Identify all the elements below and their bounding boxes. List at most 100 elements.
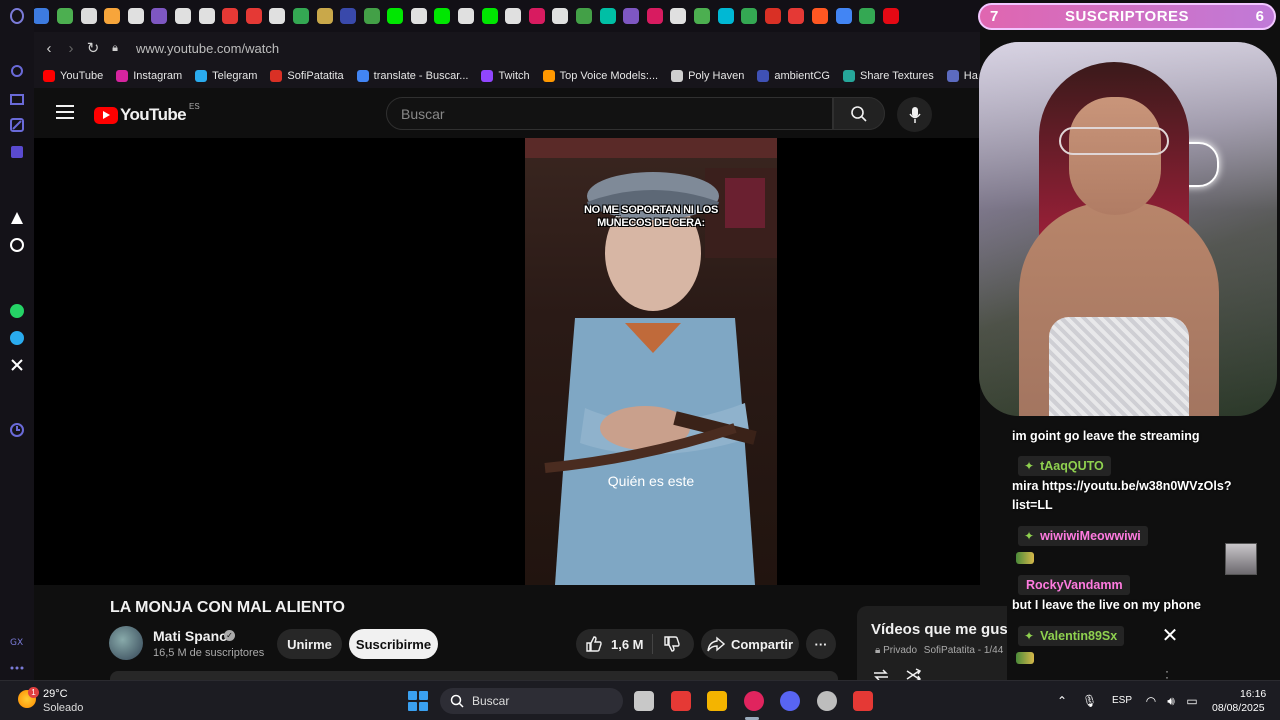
- tab-favicon-icon[interactable]: [670, 8, 687, 24]
- url-field[interactable]: www.youtube.com/watch: [136, 41, 279, 56]
- tab-favicon-icon[interactable]: [127, 8, 144, 24]
- close-icon[interactable]: ✕: [1160, 626, 1180, 646]
- bookmark-item[interactable]: Share Textures: [842, 70, 934, 82]
- sidebar-more-icon[interactable]: [9, 660, 25, 676]
- channel-avatar[interactable]: [109, 626, 143, 660]
- search-input[interactable]: Buscar: [386, 97, 833, 130]
- tab-favicon-icon[interactable]: [552, 8, 569, 24]
- tab-favicon-icon[interactable]: [788, 8, 805, 24]
- telegram-icon[interactable]: [9, 330, 25, 346]
- clock-date[interactable]: 08/08/2025: [1212, 702, 1265, 714]
- chatgpt-icon[interactable]: [9, 237, 25, 253]
- tab-favicon-icon[interactable]: [33, 8, 50, 24]
- whatsapp-icon[interactable]: [9, 303, 25, 319]
- tab-favicon-icon[interactable]: [269, 8, 286, 24]
- subscribe-button[interactable]: Suscribirme: [349, 629, 438, 659]
- bookmark-item[interactable]: ambientCG: [757, 70, 830, 82]
- tab-favicon-icon[interactable]: [363, 8, 380, 24]
- bookmark-item[interactable]: Poly Haven: [671, 70, 744, 82]
- tab-favicon-icon[interactable]: [717, 8, 734, 24]
- search-button[interactable]: [833, 97, 885, 130]
- tab-favicon-icon[interactable]: [174, 8, 191, 24]
- tab-favicon-icon[interactable]: [56, 8, 73, 24]
- dislike-icon[interactable]: [663, 635, 681, 653]
- file-explorer-icon[interactable]: [707, 691, 727, 711]
- history-icon[interactable]: [9, 422, 25, 438]
- tab-favicon-icon[interactable]: [292, 8, 309, 24]
- playlist-title[interactable]: Vídeos que me gusta: [871, 621, 1007, 638]
- tab-favicon-icon[interactable]: [859, 8, 876, 24]
- tray-mic-icon[interactable]: 🎙︎: [1082, 694, 1097, 708]
- like-count[interactable]: 1,6 M: [611, 637, 644, 652]
- youtube-logo[interactable]: YouTube ES: [94, 102, 200, 125]
- tab-favicon-icon[interactable]: [599, 8, 616, 24]
- opera-logo-icon[interactable]: [9, 8, 25, 24]
- video-player[interactable]: NO ME SOPORTAN NI LOS MUÑECOS DE CERA: Q…: [34, 138, 980, 585]
- back-icon[interactable]: ‹: [38, 40, 60, 57]
- loop-icon[interactable]: [872, 668, 890, 680]
- tab-favicon-icon[interactable]: [646, 8, 663, 24]
- tab-favicon-icon[interactable]: [222, 8, 239, 24]
- bookmark-item[interactable]: translate - Buscar...: [356, 70, 468, 82]
- tab-favicon-icon[interactable]: [694, 8, 711, 24]
- tab-favicon-icon[interactable]: [151, 8, 168, 24]
- weather-temperature[interactable]: 29°C: [43, 688, 68, 700]
- bookmark-item[interactable]: Top Voice Models:...: [542, 70, 658, 82]
- chat-more-icon[interactable]: · ·: [1165, 665, 1175, 683]
- clock-time[interactable]: 16:16: [1240, 688, 1266, 700]
- bookmark-item[interactable]: YouTube: [43, 70, 103, 82]
- description-box[interactable]: [110, 671, 838, 680]
- bookmark-item[interactable]: Twitch: [481, 70, 530, 82]
- tab-favicon-icon[interactable]: [245, 8, 262, 24]
- weather-description[interactable]: Soleado: [43, 702, 83, 714]
- tab-favicon-icon[interactable]: [764, 8, 781, 24]
- aria-icon[interactable]: [9, 63, 25, 79]
- opera-gx-icon[interactable]: [743, 691, 764, 711]
- tab-favicon-icon[interactable]: [576, 8, 593, 24]
- tab-favicon-icon[interactable]: [104, 8, 121, 24]
- channel-name[interactable]: Mati Spano: [153, 628, 228, 644]
- tab-favicon-icon[interactable]: [316, 8, 333, 24]
- tab-favicon-icon[interactable]: [434, 8, 451, 24]
- task-view-icon[interactable]: [634, 691, 654, 711]
- battery-icon[interactable]: ▭: [1185, 694, 1199, 708]
- reload-icon[interactable]: ↻: [82, 39, 104, 57]
- tab-favicon-icon[interactable]: [410, 8, 427, 24]
- tray-expand-icon[interactable]: ⌃: [1055, 694, 1069, 708]
- more-actions-button[interactable]: ···: [806, 629, 836, 659]
- workspaces-icon[interactable]: [9, 90, 25, 106]
- bookmark-item[interactable]: Ha: [946, 70, 978, 82]
- video-frame[interactable]: NO ME SOPORTAN NI LOS MUÑECOS DE CERA: Q…: [525, 138, 777, 585]
- tray-language[interactable]: ESP: [1112, 695, 1132, 706]
- tab-favicon-icon[interactable]: [528, 8, 545, 24]
- ai-tool-icon[interactable]: [9, 210, 25, 226]
- bookmark-item[interactable]: Instagram: [116, 70, 182, 82]
- recorder-icon[interactable]: [853, 691, 873, 711]
- tab-favicon-icon[interactable]: [340, 8, 357, 24]
- bookmark-item[interactable]: SofiPatatita: [270, 70, 344, 82]
- acrobat-icon[interactable]: [670, 691, 691, 711]
- playlist-panel[interactable]: Vídeos que me gusta 🔒︎ Privado SofiPatat…: [857, 606, 1007, 680]
- start-button[interactable]: [408, 691, 428, 711]
- gx-icon[interactable]: GX: [9, 633, 25, 649]
- lock-icon[interactable]: 🔒︎: [104, 42, 126, 55]
- voice-search-button[interactable]: [897, 97, 932, 132]
- crypto-icon[interactable]: [9, 117, 25, 133]
- tab-favicon-icon[interactable]: [811, 8, 828, 24]
- steam-icon[interactable]: [816, 691, 837, 711]
- tab-favicon-icon[interactable]: [198, 8, 215, 24]
- tab-favicon-icon[interactable]: [505, 8, 522, 24]
- hamburger-menu-icon[interactable]: [56, 105, 74, 119]
- messenger-icon[interactable]: [9, 144, 25, 160]
- forward-icon[interactable]: ›: [60, 40, 82, 57]
- x-icon[interactable]: [9, 357, 25, 373]
- tab-favicon-icon[interactable]: [80, 8, 97, 24]
- join-button[interactable]: Unirme: [277, 629, 342, 659]
- tab-favicon-icon[interactable]: [387, 8, 404, 24]
- wifi-icon[interactable]: ◠: [1144, 694, 1158, 708]
- shuffle-icon[interactable]: [905, 668, 923, 680]
- bookmark-item[interactable]: Telegram: [195, 70, 257, 82]
- tab-favicon-icon[interactable]: [741, 8, 758, 24]
- tab-favicon-icon[interactable]: [458, 8, 475, 24]
- discord-icon[interactable]: [780, 691, 800, 711]
